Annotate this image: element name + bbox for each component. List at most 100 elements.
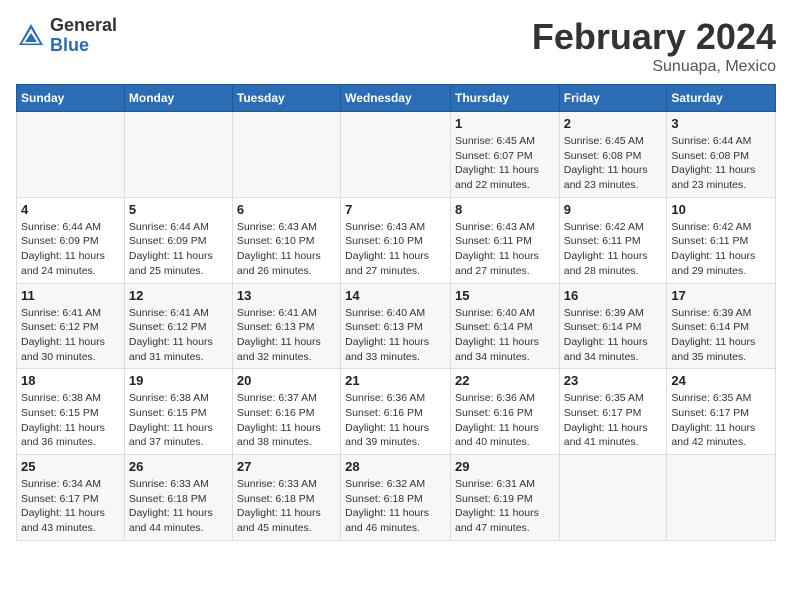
day-number: 20 [237, 373, 336, 388]
day-cell: 16 Sunrise: 6:39 AM Sunset: 6:14 PM Dayli… [559, 283, 667, 369]
location: Sunuapa, Mexico [532, 58, 776, 76]
day-info: Sunrise: 6:31 AM Sunset: 6:19 PM Dayligh… [455, 477, 555, 536]
day-number: 4 [21, 202, 120, 217]
day-info: Sunrise: 6:43 AM Sunset: 6:10 PM Dayligh… [345, 220, 446, 279]
day-info: Sunrise: 6:41 AM Sunset: 6:13 PM Dayligh… [237, 306, 336, 365]
day-cell: 5 Sunrise: 6:44 AM Sunset: 6:09 PM Daylig… [124, 197, 232, 283]
day-info: Sunrise: 6:36 AM Sunset: 6:16 PM Dayligh… [345, 391, 446, 450]
day-number: 17 [671, 288, 771, 303]
calendar-header: SundayMondayTuesdayWednesdayThursdayFrid… [17, 85, 776, 112]
day-number: 28 [345, 459, 446, 474]
day-number: 15 [455, 288, 555, 303]
day-info: Sunrise: 6:34 AM Sunset: 6:17 PM Dayligh… [21, 477, 120, 536]
day-cell [667, 455, 776, 541]
day-cell: 18 Sunrise: 6:38 AM Sunset: 6:15 PM Dayli… [17, 369, 125, 455]
header-cell-monday: Monday [124, 85, 232, 112]
day-info: Sunrise: 6:41 AM Sunset: 6:12 PM Dayligh… [21, 306, 120, 365]
day-number: 25 [21, 459, 120, 474]
day-number: 5 [129, 202, 228, 217]
day-number: 12 [129, 288, 228, 303]
calendar-body: 1 Sunrise: 6:45 AM Sunset: 6:07 PM Daylig… [17, 112, 776, 541]
page-header: General Blue February 2024 Sunuapa, Mexi… [16, 16, 776, 76]
day-info: Sunrise: 6:39 AM Sunset: 6:14 PM Dayligh… [671, 306, 771, 365]
day-cell: 12 Sunrise: 6:41 AM Sunset: 6:12 PM Dayli… [124, 283, 232, 369]
day-cell: 20 Sunrise: 6:37 AM Sunset: 6:16 PM Dayli… [232, 369, 340, 455]
day-number: 2 [564, 116, 663, 131]
day-cell: 9Sunrise: 6:42 AM Sunset: 6:11 PM Daylig… [559, 197, 667, 283]
day-cell [559, 455, 667, 541]
day-number: 16 [564, 288, 663, 303]
day-cell: 19 Sunrise: 6:38 AM Sunset: 6:15 PM Dayli… [124, 369, 232, 455]
day-info: Sunrise: 6:42 AM Sunset: 6:11 PM Dayligh… [671, 220, 771, 279]
day-number: 1 [455, 116, 555, 131]
day-cell: 1 Sunrise: 6:45 AM Sunset: 6:07 PM Daylig… [450, 112, 559, 198]
day-cell: 10Sunrise: 6:42 AM Sunset: 6:11 PM Dayli… [667, 197, 776, 283]
day-info: Sunrise: 6:45 AM Sunset: 6:08 PM Dayligh… [564, 134, 663, 193]
header-cell-friday: Friday [559, 85, 667, 112]
logo-blue: Blue [50, 36, 117, 56]
day-info: Sunrise: 6:40 AM Sunset: 6:13 PM Dayligh… [345, 306, 446, 365]
day-info: Sunrise: 6:39 AM Sunset: 6:14 PM Dayligh… [564, 306, 663, 365]
day-cell: 23 Sunrise: 6:35 AM Sunset: 6:17 PM Dayli… [559, 369, 667, 455]
day-number: 24 [671, 373, 771, 388]
day-number: 18 [21, 373, 120, 388]
header-row: SundayMondayTuesdayWednesdayThursdayFrid… [17, 85, 776, 112]
day-cell: 26 Sunrise: 6:33 AM Sunset: 6:18 PM Dayli… [124, 455, 232, 541]
day-cell: 15 Sunrise: 6:40 AM Sunset: 6:14 PM Dayli… [450, 283, 559, 369]
calendar-table: SundayMondayTuesdayWednesdayThursdayFrid… [16, 84, 776, 541]
day-info: Sunrise: 6:33 AM Sunset: 6:18 PM Dayligh… [237, 477, 336, 536]
day-cell [17, 112, 125, 198]
week-row-2: 4 Sunrise: 6:44 AM Sunset: 6:09 PM Daylig… [17, 197, 776, 283]
day-info: Sunrise: 6:37 AM Sunset: 6:16 PM Dayligh… [237, 391, 336, 450]
day-info: Sunrise: 6:40 AM Sunset: 6:14 PM Dayligh… [455, 306, 555, 365]
header-cell-sunday: Sunday [17, 85, 125, 112]
day-info: Sunrise: 6:33 AM Sunset: 6:18 PM Dayligh… [129, 477, 228, 536]
week-row-3: 11 Sunrise: 6:41 AM Sunset: 6:12 PM Dayli… [17, 283, 776, 369]
day-number: 22 [455, 373, 555, 388]
header-cell-saturday: Saturday [667, 85, 776, 112]
day-cell: 25 Sunrise: 6:34 AM Sunset: 6:17 PM Dayli… [17, 455, 125, 541]
day-number: 8 [455, 202, 555, 217]
day-cell: 6 Sunrise: 6:43 AM Sunset: 6:10 PM Daylig… [232, 197, 340, 283]
day-cell: 14 Sunrise: 6:40 AM Sunset: 6:13 PM Dayli… [341, 283, 451, 369]
day-cell [124, 112, 232, 198]
title-block: February 2024 Sunuapa, Mexico [532, 16, 776, 76]
week-row-5: 25 Sunrise: 6:34 AM Sunset: 6:17 PM Dayli… [17, 455, 776, 541]
day-info: Sunrise: 6:35 AM Sunset: 6:17 PM Dayligh… [564, 391, 663, 450]
day-info: Sunrise: 6:38 AM Sunset: 6:15 PM Dayligh… [129, 391, 228, 450]
day-info: Sunrise: 6:43 AM Sunset: 6:10 PM Dayligh… [237, 220, 336, 279]
day-number: 11 [21, 288, 120, 303]
day-info: Sunrise: 6:41 AM Sunset: 6:12 PM Dayligh… [129, 306, 228, 365]
day-number: 29 [455, 459, 555, 474]
day-info: Sunrise: 6:38 AM Sunset: 6:15 PM Dayligh… [21, 391, 120, 450]
day-number: 23 [564, 373, 663, 388]
day-info: Sunrise: 6:43 AM Sunset: 6:11 PM Dayligh… [455, 220, 555, 279]
day-cell: 13 Sunrise: 6:41 AM Sunset: 6:13 PM Dayli… [232, 283, 340, 369]
day-cell: 29 Sunrise: 6:31 AM Sunset: 6:19 PM Dayli… [450, 455, 559, 541]
day-info: Sunrise: 6:35 AM Sunset: 6:17 PM Dayligh… [671, 391, 771, 450]
header-cell-wednesday: Wednesday [341, 85, 451, 112]
day-cell: 21Sunrise: 6:36 AM Sunset: 6:16 PM Dayli… [341, 369, 451, 455]
day-number: 14 [345, 288, 446, 303]
day-number: 6 [237, 202, 336, 217]
logo-icon [16, 21, 46, 51]
day-cell: 27 Sunrise: 6:33 AM Sunset: 6:18 PM Dayli… [232, 455, 340, 541]
day-info: Sunrise: 6:44 AM Sunset: 6:09 PM Dayligh… [21, 220, 120, 279]
week-row-4: 18 Sunrise: 6:38 AM Sunset: 6:15 PM Dayli… [17, 369, 776, 455]
day-number: 13 [237, 288, 336, 303]
day-cell: 22Sunrise: 6:36 AM Sunset: 6:16 PM Dayli… [450, 369, 559, 455]
day-number: 19 [129, 373, 228, 388]
month-title: February 2024 [532, 16, 776, 58]
day-info: Sunrise: 6:44 AM Sunset: 6:09 PM Dayligh… [129, 220, 228, 279]
day-number: 27 [237, 459, 336, 474]
header-cell-thursday: Thursday [450, 85, 559, 112]
day-cell: 28 Sunrise: 6:32 AM Sunset: 6:18 PM Dayli… [341, 455, 451, 541]
day-info: Sunrise: 6:45 AM Sunset: 6:07 PM Dayligh… [455, 134, 555, 193]
day-number: 26 [129, 459, 228, 474]
day-number: 9 [564, 202, 663, 217]
day-cell: 7Sunrise: 6:43 AM Sunset: 6:10 PM Daylig… [341, 197, 451, 283]
week-row-1: 1 Sunrise: 6:45 AM Sunset: 6:07 PM Daylig… [17, 112, 776, 198]
day-info: Sunrise: 6:32 AM Sunset: 6:18 PM Dayligh… [345, 477, 446, 536]
day-cell: 24 Sunrise: 6:35 AM Sunset: 6:17 PM Dayli… [667, 369, 776, 455]
logo-general: General [50, 16, 117, 36]
